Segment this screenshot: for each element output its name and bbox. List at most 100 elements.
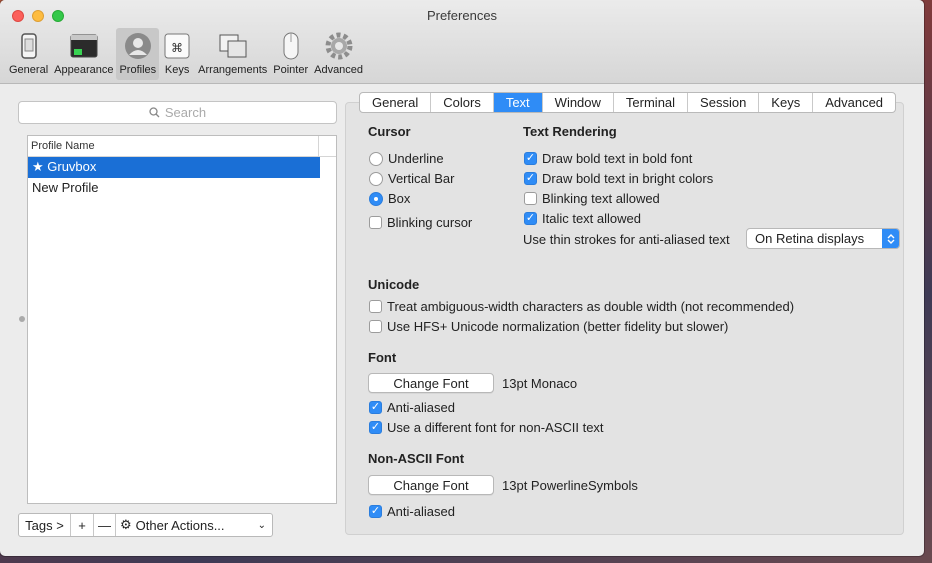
toolbar-arrangements[interactable]: Arrangements — [195, 28, 270, 80]
toolbar-general-label: General — [9, 64, 49, 76]
mouse-icon — [276, 31, 306, 61]
cursor-underline-radio[interactable]: Underline — [369, 151, 444, 166]
font-anti-aliased-checkbox[interactable]: ✓ Anti-aliased — [369, 400, 455, 415]
toolbar-advanced-label: Advanced — [314, 64, 364, 76]
radio-label: Underline — [388, 151, 444, 166]
text-rendering-section-title: Text Rendering — [523, 124, 617, 139]
checkbox-label: Draw bold text in bright colors — [542, 171, 714, 186]
thin-strokes-value: On Retina displays — [755, 231, 865, 246]
current-non-ascii-font-label: 13pt PowerlineSymbols — [502, 478, 638, 493]
search-icon — [149, 107, 160, 118]
checkmark-icon: ✓ — [524, 172, 537, 185]
tab-keys[interactable]: Keys — [759, 93, 814, 112]
tab-colors[interactable]: Colors — [431, 93, 494, 112]
italic-text-checkbox[interactable]: ✓ Italic text allowed — [524, 211, 641, 226]
change-font-button[interactable]: Change Font — [368, 373, 494, 393]
blinking-text-checkbox[interactable]: Blinking text allowed — [524, 191, 660, 206]
terminal-window-icon — [69, 31, 99, 61]
toolbar-pointer-label: Pointer — [273, 64, 309, 76]
titlebar: Preferences General Appearance Profiles — [0, 0, 924, 84]
profile-name-column-header[interactable]: Profile Name — [28, 136, 336, 157]
cursor-box-radio[interactable]: Box — [369, 191, 410, 206]
toolbar-general[interactable]: General — [6, 28, 51, 80]
thin-strokes-select[interactable]: On Retina displays — [746, 228, 900, 249]
other-actions-dropdown[interactable]: ⚙ Other Actions... ⌄ — [116, 514, 272, 536]
tab-window[interactable]: Window — [543, 93, 614, 112]
checkbox-label: Treat ambiguous-width characters as doub… — [387, 299, 795, 314]
toolbar-appearance-label: Appearance — [54, 64, 114, 76]
window-layout-icon — [218, 31, 248, 61]
profile-row-gruvbox[interactable]: ★ Gruvbox — [28, 157, 320, 178]
toolbar-profiles-label: Profiles — [119, 64, 157, 76]
tab-text[interactable]: Text — [493, 93, 543, 112]
font-section-title: Font — [368, 350, 397, 365]
gear-icon — [324, 31, 354, 61]
checkmark-icon: ✓ — [369, 401, 382, 414]
checkmark-icon: ✓ — [369, 421, 382, 434]
radio-indicator — [369, 151, 383, 166]
window-title: Preferences — [426, 8, 498, 23]
radio-indicator — [369, 171, 383, 186]
radio-label: Vertical Bar — [388, 171, 455, 186]
toolbar-pointer[interactable]: Pointer — [270, 28, 311, 80]
command-key-icon: ⌘ — [162, 31, 192, 61]
change-non-ascii-font-button[interactable]: Change Font — [368, 475, 494, 495]
profile-row-new-profile[interactable]: New Profile — [28, 178, 336, 199]
toolbar-keys-label: Keys — [164, 64, 190, 76]
tab-session[interactable]: Session — [688, 93, 760, 112]
radio-indicator — [369, 191, 383, 206]
checkmark-icon: ✓ — [524, 212, 537, 225]
checkbox-label: Anti-aliased — [387, 504, 455, 519]
bold-bright-colors-checkbox[interactable]: ✓ Draw bold text in bright colors — [524, 171, 713, 186]
tags-button[interactable]: Tags > — [19, 514, 71, 536]
checkbox-label: Anti-aliased — [387, 400, 455, 415]
non-ascii-font-checkbox[interactable]: ✓ Use a different font for non-ASCII text — [369, 420, 604, 435]
svg-text:⌘: ⌘ — [171, 41, 183, 55]
checkbox-indicator — [524, 192, 537, 205]
blinking-cursor-checkbox[interactable]: Blinking cursor — [369, 215, 472, 230]
column-header-label: Profile Name — [31, 140, 95, 152]
checkbox-label: Blinking cursor — [387, 215, 473, 230]
checkbox-label: Italic text allowed — [542, 211, 641, 226]
tab-terminal[interactable]: Terminal — [614, 93, 689, 112]
checkbox-label: Blinking text allowed — [542, 191, 660, 206]
phone-icon — [14, 31, 44, 61]
checkmark-icon: ✓ — [369, 505, 382, 518]
hfs-normalization-checkbox[interactable]: Use HFS+ Unicode normalization (better f… — [369, 319, 728, 334]
profile-list: Profile Name ★ Gruvbox New Profile — [27, 135, 337, 504]
checkbox-label: Use HFS+ Unicode normalization (better f… — [387, 319, 729, 334]
tab-advanced[interactable]: Advanced — [813, 93, 895, 112]
ambiguous-width-checkbox[interactable]: Treat ambiguous-width characters as doub… — [369, 299, 794, 314]
checkbox-indicator — [369, 320, 382, 333]
radio-label: Box — [388, 191, 411, 206]
chevron-down-icon: ⌄ — [257, 519, 266, 531]
profile-search-input[interactable]: Search — [18, 101, 337, 124]
checkbox-indicator — [369, 300, 382, 313]
profile-tabs: General Colors Text Window Terminal Sess… — [359, 92, 897, 113]
non-ascii-font-section-title: Non-ASCII Font — [368, 451, 465, 466]
toolbar-arrangements-label: Arrangements — [198, 64, 268, 76]
profile-actions-bar: Tags > + — ⚙ Other Actions... ⌄ — [18, 513, 273, 537]
thin-strokes-label: Use thin strokes for anti-aliased text — [523, 232, 730, 247]
remove-profile-button[interactable]: — — [94, 514, 116, 536]
add-profile-button[interactable]: + — [71, 514, 94, 536]
gear-icon: ⚙ — [120, 517, 132, 533]
checkbox-label: Draw bold text in bold font — [542, 151, 693, 166]
toolbar-appearance[interactable]: Appearance — [51, 28, 116, 80]
toolbar-profiles[interactable]: Profiles — [116, 28, 160, 80]
checkbox-label: Use a different font for non-ASCII text — [387, 420, 604, 435]
current-font-label: 13pt Monaco — [502, 376, 578, 391]
non-ascii-anti-aliased-checkbox[interactable]: ✓ Anti-aliased — [369, 504, 455, 519]
other-actions-label: Other Actions... — [135, 517, 225, 533]
tab-general[interactable]: General — [360, 93, 432, 112]
cursor-vertical-bar-radio[interactable]: Vertical Bar — [369, 171, 454, 186]
updown-arrows-icon — [882, 229, 899, 248]
unicode-section-title: Unicode — [368, 277, 420, 292]
person-icon — [123, 31, 153, 61]
toolbar-advanced[interactable]: Advanced — [311, 28, 366, 80]
split-view-handle[interactable] — [19, 316, 25, 322]
preferences-toolbar: General Appearance Profiles ⌘ Keys Arran… — [6, 28, 366, 82]
bold-font-checkbox[interactable]: ✓ Draw bold text in bold font — [524, 151, 692, 166]
preferences-window: Preferences General Appearance Profiles — [0, 0, 924, 556]
toolbar-keys[interactable]: ⌘ Keys — [159, 28, 195, 80]
